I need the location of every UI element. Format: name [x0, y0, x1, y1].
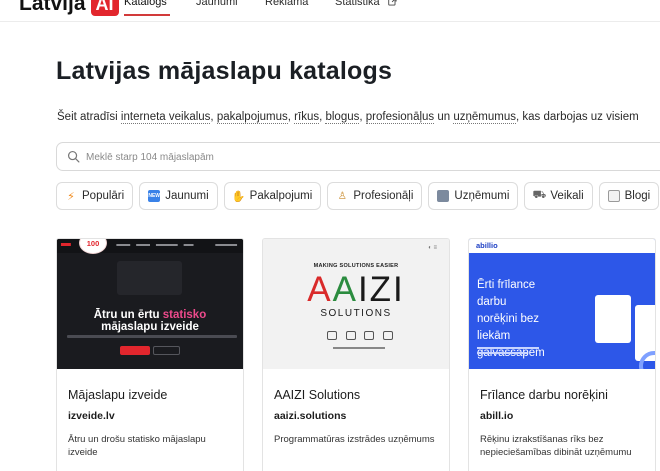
nav-link-jaunumi[interactable]: Jaunumi: [196, 0, 238, 8]
intro-link-pakalpojumi[interactable]: pakalpojumus: [216, 111, 288, 124]
card-description: Rēķinu izrakstīšanas rīks bez nepiecieša…: [480, 434, 632, 458]
thumb-window-icons: ◐ ≡: [428, 245, 437, 251]
document-icon: [607, 190, 620, 202]
site-screenshot: abillio Ērti frīlance darbu norēķini bez…: [469, 239, 655, 369]
nav-link-statistika-label: Statistika: [335, 0, 380, 8]
chip-label: Uzņēmumi: [454, 190, 510, 202]
aaizi-logo: AAIZI: [263, 269, 449, 311]
intro-suffix: , kas darbojas uz visiem: [516, 111, 639, 123]
category-chip-profesionali[interactable]: ♙ Profesionāļi: [327, 182, 423, 210]
intro-link-profesionali[interactable]: profesionāļus: [365, 111, 435, 124]
category-chip-populari[interactable]: ⚡ Populāri: [56, 182, 134, 210]
intro-link-uznemumi[interactable]: uzņēmumus: [453, 111, 516, 124]
intro-prefix: Šeit atradīsi: [57, 111, 121, 123]
logo-letter-a2: A: [332, 270, 358, 309]
new-icon: NEW: [148, 190, 161, 202]
search-box: [56, 142, 660, 171]
category-chip-uznemumi[interactable]: Uzņēmumi: [428, 182, 519, 210]
category-chip-veikali[interactable]: ⛟ Veikali: [524, 182, 593, 210]
card-description: Ātru un drošu statisko mājaslapu izveide: [68, 434, 206, 458]
thumb-subtext: [477, 347, 539, 349]
top-navigation: Latvija AI Katalogs Jaunumi Reklāma Stat…: [0, 0, 660, 22]
building-icon: [437, 190, 450, 202]
thumb-code-panel: [117, 261, 182, 295]
thumb-headline: Ērti frīlance darbu norēķini bez liekām …: [477, 279, 545, 359]
chip-label: Populāri: [82, 190, 125, 202]
card-description: Programmatūras izstrādes uzņēmums: [274, 434, 435, 445]
card-title[interactable]: Frīlance darbu norēķini: [480, 388, 608, 402]
thumb-small-text: [333, 347, 385, 349]
nav-link-reklama[interactable]: Reklāma: [265, 0, 308, 8]
thumb-brand: abillio: [476, 241, 498, 250]
external-link-icon: [387, 0, 397, 6]
nav-link-katalogs[interactable]: Katalogs: [124, 0, 167, 8]
logo-badge: AI: [90, 0, 119, 16]
chip-label: Veikali: [550, 190, 584, 202]
site-screenshot: Ātru un ērtu statisko mājaslapu izveide …: [57, 239, 243, 369]
card-title[interactable]: AAIZI Solutions: [274, 388, 360, 402]
thumb-subtext-2: [477, 352, 527, 354]
chip-label: Blogi: [624, 190, 651, 202]
thumb-service-icons: [327, 331, 393, 343]
thumb-primary-button: [120, 346, 150, 355]
active-tab-underline: [124, 14, 170, 16]
intro-link-blogi[interactable]: blogus: [325, 111, 360, 124]
category-filter-bar: ⚡ Populāri NEW Jaunumi ✋ Pakalpojumi ♙ P…: [56, 182, 660, 210]
card-title[interactable]: Mājaslapu izveide: [68, 388, 167, 402]
site-card-izveide[interactable]: Ātru un ērtu statisko mājaslapu izveide …: [56, 238, 244, 471]
chip-label: Pakalpojumi: [249, 190, 313, 202]
person-icon: ♙: [337, 190, 347, 202]
card-domain[interactable]: aaizi.solutions: [274, 410, 346, 422]
intro-link-riki[interactable]: rīkus: [294, 111, 320, 124]
handshake-icon: ✋: [231, 190, 246, 203]
site-logo[interactable]: Latvija AI: [19, 0, 119, 16]
site-screenshot: ◐ ≡ MAKING SOLUTIONS EASIER AAIZI SOLUTI…: [263, 239, 449, 369]
card-domain[interactable]: abill.io: [480, 410, 513, 422]
chip-label: Profesionāļi: [353, 190, 414, 202]
thumb-logo-subtitle: SOLUTIONS: [320, 308, 392, 319]
search-input[interactable]: [86, 148, 646, 166]
lightning-icon: ⚡: [67, 190, 75, 203]
intro-link-veikali[interactable]: interneta veikalus: [120, 111, 211, 124]
logo-letter-a1: A: [307, 270, 333, 309]
category-chip-blogi[interactable]: Blogi: [598, 182, 660, 210]
thumb-headline-2: mājaslapu izveide: [101, 321, 199, 333]
intro-text: Šeit atradīsi interneta veikalus, pakalp…: [57, 111, 639, 124]
thumb-secondary-button: [153, 346, 180, 355]
category-chip-jaunumi[interactable]: NEW Jaunumi: [139, 182, 218, 210]
thumb-headline-1: Ātru un ērtu: [93, 309, 160, 321]
page-title: Latvijas mājaslapu katalogs: [56, 57, 393, 85]
thumb-headline: Ātru un ērtu statisko mājaslapu izveide: [57, 309, 243, 333]
search-icon: [67, 150, 80, 163]
card-domain[interactable]: izveide.lv: [68, 410, 115, 422]
category-chip-pakalpojumi[interactable]: ✋ Pakalpojumi: [223, 182, 322, 210]
cart-icon: ⛟: [532, 189, 547, 201]
site-card-aaizi[interactable]: ◐ ≡ MAKING SOLUTIONS EASIER AAIZI SOLUTI…: [262, 238, 450, 471]
thumb-headline-accent: statisko: [162, 309, 207, 321]
thumb-invoice-panel: [595, 295, 631, 343]
logo-text: Latvija: [19, 0, 86, 15]
site-card-abillio[interactable]: abillio Ērti frīlance darbu norēķini bez…: [468, 238, 656, 471]
logo-letters-izi: IZI: [357, 270, 405, 309]
nav-link-statistika[interactable]: Statistika: [335, 0, 397, 8]
thumb-subtext: [67, 335, 237, 338]
chip-label: Jaunumi: [165, 190, 209, 202]
